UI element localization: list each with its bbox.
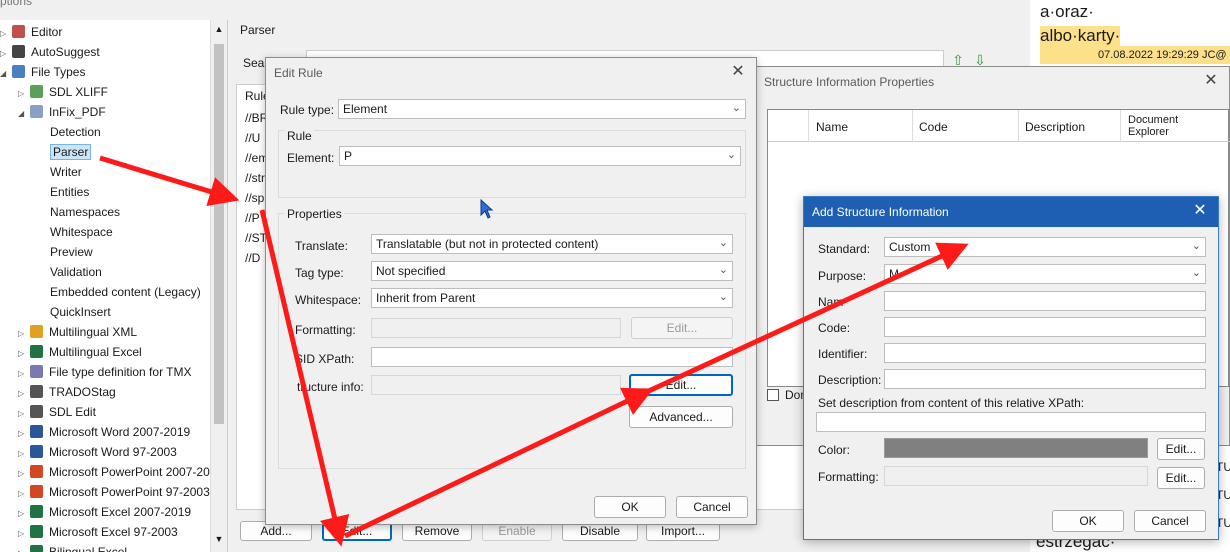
- arrow-edit-to-structure: [343, 387, 654, 539]
- annotation-arrows: [99, 155, 969, 547]
- arrow-rule-to-edit: [259, 209, 350, 547]
- arrow-structure-to-standard: [638, 242, 969, 398]
- arrow-parser-to-rule: [99, 155, 240, 206]
